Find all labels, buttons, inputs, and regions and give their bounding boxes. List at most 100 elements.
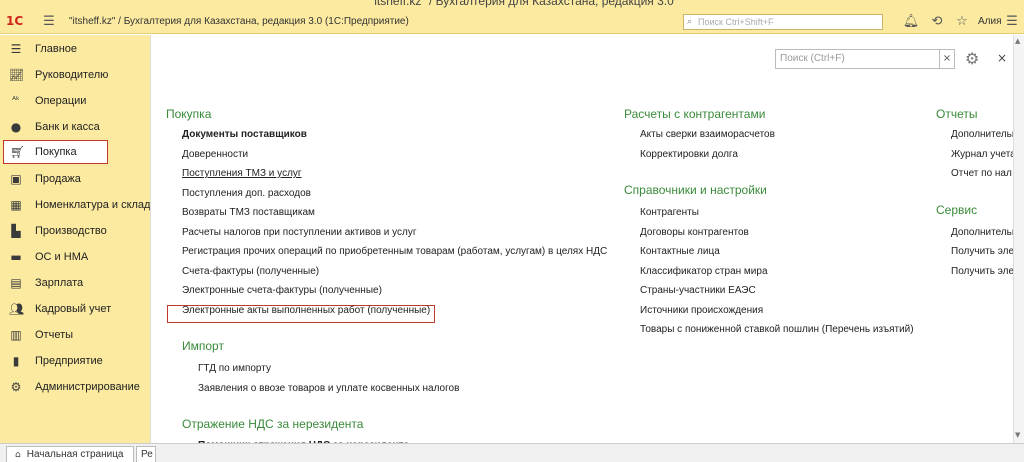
link-customs-declarations[interactable]: ГТД по импорту xyxy=(198,363,271,374)
gear-icon: ⚙ xyxy=(10,380,22,394)
section-title-settlements: Расчеты с контрагентами xyxy=(624,107,766,121)
sidebar-item-label: ОС и НМА xyxy=(35,251,89,263)
link-debt-adjustments[interactable]: Корректировки долга xyxy=(640,149,738,160)
sidebar-item-manager[interactable]: 📈︎ Руководителю xyxy=(0,63,150,87)
sidebar-item-production[interactable]: ▙ Производство xyxy=(0,219,150,243)
user-name[interactable]: Алия xyxy=(978,16,1002,27)
clear-search-button[interactable]: × xyxy=(939,49,955,69)
sidebar-item-label: Банк и касса xyxy=(35,121,100,133)
window-tabs-bar: ⌂ Начальная страница Ре xyxy=(0,443,1024,462)
link-get-electronic-2[interactable]: Получить эле xyxy=(951,266,1014,277)
link-country-classifier[interactable]: Классификатор стран мира xyxy=(640,266,768,277)
sidebar-item-admin[interactable]: ⚙ Администрирование xyxy=(0,375,150,399)
group-title-supplier-docs: Документы поставщиков xyxy=(182,129,307,140)
sidebar-item-hr[interactable]: 👥︎ Кадровый учет xyxy=(0,297,150,321)
link-receipts-extra-costs[interactable]: Поступления доп. расходов xyxy=(182,188,311,199)
salary-icon: ▤ xyxy=(10,276,22,290)
sidebar-item-label: Отчеты xyxy=(35,329,74,341)
link-powers-of-attorney[interactable]: Доверенности xyxy=(182,149,248,160)
global-search-input[interactable]: ⌕ Поиск Ctrl+Shift+F xyxy=(683,14,883,30)
hamburger-menu-icon[interactable]: ☰ xyxy=(40,13,58,31)
sidebar-item-label: Предприятие xyxy=(35,355,103,367)
search-icon: ⌕ xyxy=(687,17,693,27)
bank-icon: ● xyxy=(10,120,22,134)
sidebar-item-label: Производство xyxy=(35,225,107,237)
link-tax-calculations[interactable]: Расчеты налогов при поступлении активов … xyxy=(182,227,417,238)
link-invoices-received[interactable]: Счета-фактуры (полученные) xyxy=(182,266,319,277)
sidebar-item-label: Номенклатура и склад xyxy=(35,199,151,211)
link-receipts-goods-services[interactable]: Поступления ТМЗ и услуг xyxy=(182,168,302,179)
link-counterparties[interactable]: Контрагенты xyxy=(640,207,699,218)
link-additional-service[interactable]: Дополнительн xyxy=(951,227,1017,238)
tab-label: Ре xyxy=(141,449,153,460)
sidebar: ☰ Главное 📈︎ Руководителю ᴬᵏ Операции ● … xyxy=(0,35,150,443)
link-additional-reports[interactable]: Дополнительн xyxy=(951,129,1017,140)
window-title: "itsheff.kz" / Бухгалтерия для Казахстан… xyxy=(370,0,674,8)
grid-icon: ▦ xyxy=(10,198,22,212)
scroll-down-icon[interactable]: ▼ xyxy=(1015,431,1020,439)
link-origin-sources[interactable]: Источники происхождения xyxy=(640,305,763,316)
home-icon: ⌂ xyxy=(15,450,21,460)
star-icon[interactable]: ☆ xyxy=(953,13,971,31)
app-toolbar: 1С ☰ "itsheff.kz" / Бухгалтерия для Каза… xyxy=(0,10,1024,34)
sidebar-item-label: Главное xyxy=(35,43,78,55)
sidebar-item-purchase[interactable]: 🛒︎ Покупка xyxy=(3,140,108,164)
reports-icon: ▥ xyxy=(10,328,22,342)
sidebar-item-bank[interactable]: ● Банк и касса xyxy=(0,115,150,139)
sidebar-item-nomenclature[interactable]: ▦ Номенклатура и склад xyxy=(0,193,150,217)
link-journal[interactable]: Журнал учета xyxy=(951,149,1016,160)
sidebar-item-label: Продажа xyxy=(35,173,81,185)
factory-icon: ▙ xyxy=(11,224,21,238)
sidebar-item-label: Кадровый учет xyxy=(35,303,112,315)
sidebar-item-label: Операции xyxy=(35,95,87,107)
link-reconciliation-acts[interactable]: Акты сверки взаиморасчетов xyxy=(640,129,775,140)
window-titlebar: "itsheff.kz" / Бухгалтерия для Казахстан… xyxy=(0,0,1024,10)
sidebar-item-enterprise[interactable]: ▮ Предприятие xyxy=(0,349,150,373)
section-title-vat-nonresident: Отражение НДС за нерезидента xyxy=(182,417,364,431)
link-contracts[interactable]: Договоры контрагентов xyxy=(640,227,749,238)
vertical-scrollbar[interactable]: ▲ ▼ xyxy=(1013,35,1024,443)
bag-icon: ▣ xyxy=(10,172,22,186)
section-title-references: Справочники и настройки xyxy=(624,183,767,197)
link-e-acts-received[interactable]: Электронные акты выполненных работ (полу… xyxy=(182,305,430,316)
sidebar-item-assets[interactable]: ▬ ОС и НМА xyxy=(0,245,150,269)
history-icon[interactable]: ⟲ xyxy=(928,13,946,31)
section-title-reports: Отчеты xyxy=(936,107,978,121)
sidebar-item-label: Зарплата xyxy=(35,277,84,289)
scroll-up-icon[interactable]: ▲ xyxy=(1015,37,1020,45)
sidebar-item-label: Покупка xyxy=(35,146,77,158)
link-returns-to-suppliers[interactable]: Возвраты ТМЗ поставщикам xyxy=(182,207,315,218)
menu-dots-icon[interactable]: ☰ xyxy=(1003,13,1021,31)
sidebar-item-operations[interactable]: ᴬᵏ Операции xyxy=(0,89,150,113)
link-tax-report[interactable]: Отчет по нал xyxy=(951,168,1012,179)
link-vat-registration[interactable]: Регистрация прочих операций по приобрете… xyxy=(182,246,607,257)
tab-label: Начальная страница xyxy=(26,449,124,460)
panel-search-input[interactable]: Поиск (Ctrl+F) xyxy=(775,49,940,69)
link-contacts[interactable]: Контактные лица xyxy=(640,246,720,257)
sidebar-item-salary[interactable]: ▤ Зарплата xyxy=(0,271,150,295)
link-e-invoices-received[interactable]: Электронные счета-фактуры (полученные) xyxy=(182,285,382,296)
link-reduced-duty-goods[interactable]: Товары с пониженной ставкой пошлин (Пере… xyxy=(640,324,914,335)
truck-icon: ▬ xyxy=(10,250,22,264)
sidebar-item-reports[interactable]: ▥ Отчеты xyxy=(0,323,150,347)
section-title-purchase: Покупка xyxy=(166,107,212,121)
operations-icon: ᴬᵏ xyxy=(12,96,20,106)
logo-1c: 1С xyxy=(6,14,24,28)
sidebar-item-sales[interactable]: ▣ Продажа xyxy=(0,167,150,191)
bell-icon[interactable]: 🔔︎ xyxy=(902,13,920,31)
people-icon: 👥︎ xyxy=(9,302,25,316)
enterprise-icon: ▮ xyxy=(12,354,20,368)
global-search-placeholder: Поиск Ctrl+Shift+F xyxy=(698,17,774,27)
sidebar-item-main[interactable]: ☰ Главное xyxy=(0,37,150,61)
app-title: "itsheff.kz" / Бухгалтерия для Казахстан… xyxy=(69,16,409,27)
section-title-import: Импорт xyxy=(182,339,224,353)
link-get-electronic-1[interactable]: Получить эле xyxy=(951,246,1014,257)
tab-partial[interactable]: Ре xyxy=(136,446,156,462)
tab-home[interactable]: ⌂ Начальная страница xyxy=(6,446,134,462)
link-eaeu-countries[interactable]: Страны-участники ЕАЭС xyxy=(640,285,756,296)
close-panel-button[interactable]: × xyxy=(997,51,1007,65)
settings-gear-icon[interactable]: ⚙ xyxy=(965,49,979,68)
menu-icon: ☰ xyxy=(10,42,22,56)
link-import-applications[interactable]: Заявления о ввозе товаров и уплате косве… xyxy=(198,383,459,394)
sidebar-item-label: Руководителю xyxy=(35,69,109,81)
